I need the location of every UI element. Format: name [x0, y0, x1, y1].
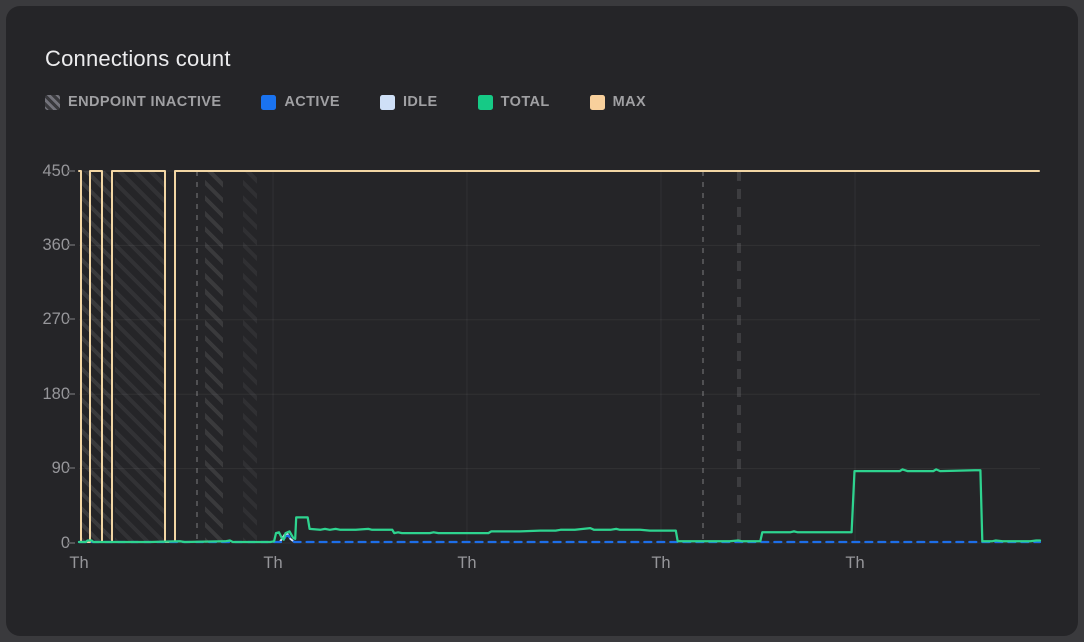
dashboard-page: { "panel": { "title": "Connections count… [0, 0, 1084, 642]
endpoint-inactive-swatch-icon [45, 95, 60, 110]
y-tick-label: 360 [28, 236, 70, 254]
series-canvas [79, 171, 1040, 543]
y-tick-mark [67, 318, 75, 320]
legend-item-max[interactable]: MAX [590, 94, 646, 110]
y-tick-mark [67, 542, 75, 544]
chart-legend: ENDPOINT INACTIVE ACTIVE IDLE TOTAL MAX [45, 92, 646, 112]
total-swatch-icon [478, 95, 493, 110]
max-swatch-icon [590, 95, 605, 110]
plot-area [79, 171, 1040, 543]
legend-label: IDLE [403, 94, 438, 110]
x-tick-label: Th [251, 554, 295, 572]
x-tick-label: Th [833, 554, 877, 572]
legend-label: ENDPOINT INACTIVE [68, 94, 221, 110]
legend-label: TOTAL [501, 94, 550, 110]
active-swatch-icon [261, 95, 276, 110]
x-tick-label: Th [57, 554, 101, 572]
y-tick-mark [67, 467, 75, 469]
x-tick-label: Th [639, 554, 683, 572]
connections-count-panel: Connections count ENDPOINT INACTIVE ACTIV… [6, 6, 1078, 636]
idle-swatch-icon [380, 95, 395, 110]
legend-label: ACTIVE [284, 94, 340, 110]
y-tick-label: 180 [28, 385, 70, 403]
chart-title: Connections count [45, 46, 231, 72]
legend-label: MAX [613, 94, 646, 110]
x-tick-label: Th [445, 554, 489, 572]
y-tick-label: 90 [28, 459, 70, 477]
y-tick-label: 0 [28, 534, 70, 552]
y-tick-label: 270 [28, 310, 70, 328]
y-tick-mark [67, 244, 75, 246]
legend-item-idle[interactable]: IDLE [380, 94, 438, 110]
legend-item-total[interactable]: TOTAL [478, 94, 550, 110]
y-tick-label: 450 [28, 162, 70, 180]
y-tick-mark [67, 393, 75, 395]
legend-item-active[interactable]: ACTIVE [261, 94, 340, 110]
legend-item-endpoint-inactive[interactable]: ENDPOINT INACTIVE [45, 94, 221, 110]
y-tick-mark [67, 170, 75, 172]
max-line [79, 171, 1039, 542]
total-line [79, 469, 1040, 542]
